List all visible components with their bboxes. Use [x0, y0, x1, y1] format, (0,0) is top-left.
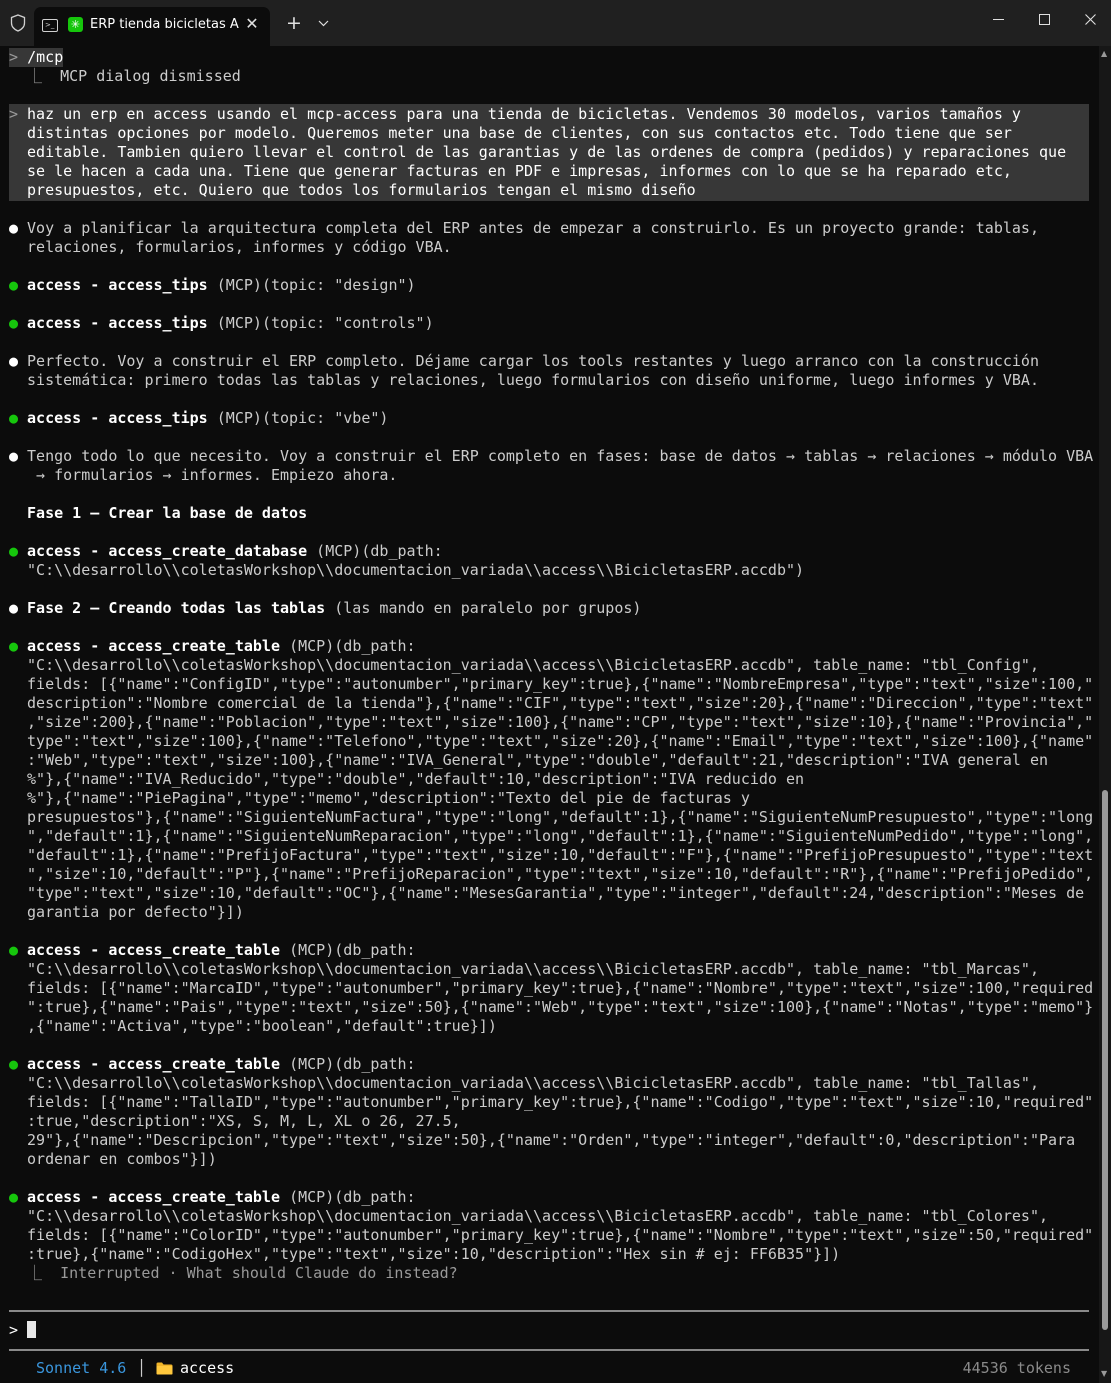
tool-args: "C:\\desarrollo\\coletasWorkshop\\docume… [27, 960, 1040, 978]
tool-args: "C:\\desarrollo\\coletasWorkshop\\docume… [27, 1207, 1049, 1225]
close-tab-button[interactable]: ✕ [242, 13, 262, 35]
phase-title: Fase 2 — Creando todas las tablas (las m… [27, 599, 642, 617]
tool-bullet-icon: ● [9, 637, 19, 655]
tool-args: ,"size":200},{"name":"Poblacion","type":… [27, 713, 1094, 731]
tool-args: %"},{"name":"IVA_Reducido","type":"doubl… [27, 770, 805, 788]
tool-call: access - access_create_table (MCP)(db_pa… [27, 941, 416, 959]
assistant-message: Voy a planificar la arquitectura complet… [27, 219, 1040, 237]
tool-bullet-icon: ● [9, 409, 19, 427]
input-bottom-border [9, 1349, 1089, 1351]
user-prompt-line: se le hacen a cada una. Tiene que genera… [27, 162, 1012, 180]
maximize-icon [1039, 14, 1050, 25]
tab-erp[interactable]: >_ ✳ ERP tienda bicicletas A ✕ [34, 7, 270, 46]
tool-args: "C:\\desarrollo\\coletasWorkshop\\docume… [27, 656, 1040, 674]
scroll-down-arrow-icon[interactable]: ▼ [1101, 1369, 1107, 1378]
tool-args: fields: [{"name":"ConfigID","type":"auto… [27, 675, 1094, 693]
tab-title: ERP tienda bicicletas A [90, 17, 239, 32]
close-icon [1085, 14, 1096, 25]
tool-args: "C:\\desarrollo\\coletasWorkshop\\docume… [27, 1074, 1040, 1092]
tool-bullet-icon: ● [9, 276, 19, 294]
tool-args: :true},{"name":"CodigoHex","type":"text"… [27, 1245, 841, 1263]
interrupted-message: ⎿ Interrupted · What should Claude do in… [27, 1264, 458, 1282]
tool-call: access - access_create_table (MCP)(db_pa… [27, 637, 416, 655]
tool-call: access - access_tips (MCP)(topic: "desig… [27, 276, 416, 294]
tool-args: ","default":1},{"name":"SiguienteNumRepa… [27, 827, 1094, 845]
tool-call: access - access_create_database (MCP)(db… [27, 542, 443, 560]
model-name: Sonnet 4.6 [36, 1359, 127, 1377]
tool-bullet-icon: ● [9, 941, 19, 959]
tool-args: "C:\\desarrollo\\coletasWorkshop\\docume… [27, 561, 805, 579]
tool-args: fields: [{"name":"ColorID","type":"auton… [27, 1226, 1094, 1244]
tool-args: presupuestos"},{"name":"SiguienteNumFact… [27, 808, 1094, 826]
user-prompt-line: distintas opciones por modelo. Queremos … [27, 124, 1012, 142]
assistant-message: Perfecto. Voy a construir el ERP complet… [27, 352, 1040, 370]
status-separator: │ [137, 1359, 147, 1377]
tool-bullet-icon: ● [9, 1055, 19, 1073]
tool-args: "type":"text","size":10,"default":"OC"},… [27, 884, 1085, 902]
assistant-message: Tengo todo lo que necesito. Voy a constr… [27, 447, 1094, 465]
phase-title: Fase 1 — Crear la base de datos [27, 504, 308, 522]
tool-bullet-icon: ● [9, 1188, 19, 1206]
tool-args: description":"Nombre comercial de la tie… [27, 694, 1094, 712]
tool-args: ordenar en combos"}]) [27, 1150, 217, 1168]
scrollbar-thumb[interactable] [1102, 790, 1108, 1330]
tool-args: fields: [{"name":"MarcaID","type":"auton… [27, 979, 1094, 997]
tool-args: %"},{"name":"PiePagina","type":"memo","d… [27, 789, 750, 807]
new-tab-button[interactable]: + [283, 12, 305, 34]
folder-icon [156, 1362, 173, 1375]
terminal-icon: >_ [42, 19, 58, 32]
tool-args: ","size":10,"default":"P"},{"name":"Pref… [27, 865, 1094, 883]
minimize-button[interactable] [976, 0, 1022, 40]
tool-bullet-icon: ● [9, 314, 19, 332]
user-prompt-marker: > [9, 105, 19, 123]
shield-icon [10, 14, 26, 32]
tool-args: :true,"description":"XS, S, M, L, XL o 2… [27, 1112, 461, 1130]
command-result: ⎿ MCP dialog dismissed [27, 67, 241, 85]
assistant-message: → formularios → informes. Empiezo ahora. [27, 466, 398, 484]
tool-args: type":"text","size":100},{"name":"Telefo… [27, 732, 1094, 750]
tool-call: access - access_tips (MCP)(topic: "contr… [27, 314, 434, 332]
tool-args: :"Web","type":"text","size":100},{"name"… [27, 751, 1049, 769]
tool-args: fields: [{"name":"TallaID","type":"auton… [27, 1093, 1094, 1111]
user-prompt-line: haz un erp en access usando el mcp-acces… [27, 105, 1021, 123]
minimize-icon [993, 19, 1004, 20]
bullet-icon: ● [9, 219, 19, 237]
scroll-up-arrow-icon[interactable]: ▲ [1101, 49, 1107, 58]
text-cursor [27, 1321, 37, 1338]
chevron-down-icon [318, 20, 328, 27]
bullet-icon: ● [9, 352, 19, 370]
command-line: > /mcp [9, 48, 64, 67]
input-top-border [9, 1310, 1089, 1312]
claude-spark-icon: ✳ [68, 17, 83, 32]
status-bar: Sonnet 4.6 │ access 44536 tokens [0, 1359, 1099, 1378]
tool-bullet-icon: ● [9, 542, 19, 560]
tool-args: "default":1},{"name":"PrefijoFactura","t… [27, 846, 1094, 864]
tool-call: access - access_create_table (MCP)(db_pa… [27, 1188, 416, 1206]
tool-args: ,{"name":"Activa","type":"boolean","defa… [27, 1017, 497, 1035]
assistant-message: sistemática: primero todas las tablas y … [27, 371, 1040, 389]
title-bar: >_ ✳ ERP tienda bicicletas A ✕ + [0, 0, 1111, 46]
maximize-button[interactable] [1022, 0, 1068, 40]
tab-dropdown-button[interactable] [313, 12, 333, 34]
assistant-message: relaciones, formularios, informes y códi… [27, 238, 452, 256]
bullet-icon: ● [9, 447, 19, 465]
tool-args: garantia por defecto"}]) [27, 903, 244, 921]
token-count: 44536 tokens [962, 1359, 1071, 1377]
user-prompt-line: presupuestos, etc. Quiero que todos los … [27, 181, 696, 199]
tool-call: access - access_tips (MCP)(topic: "vbe") [27, 409, 389, 427]
terminal-output: > /mcp ⎿ MCP dialog dismissed > haz un e… [0, 46, 1099, 1383]
user-prompt-line: editable. Tambien quiero llevar el contr… [27, 143, 1067, 161]
input-prompt[interactable]: > [9, 1321, 37, 1340]
bullet-icon: ● [9, 599, 19, 617]
tool-call: access - access_create_table (MCP)(db_pa… [27, 1055, 416, 1073]
folder-name: access [180, 1359, 235, 1377]
close-window-button[interactable] [1068, 0, 1111, 40]
tool-args: 29"},{"name":"Descripcion","type":"text"… [27, 1131, 1076, 1149]
tool-args: ":true},{"name":"Pais","type":"text","si… [27, 998, 1094, 1016]
